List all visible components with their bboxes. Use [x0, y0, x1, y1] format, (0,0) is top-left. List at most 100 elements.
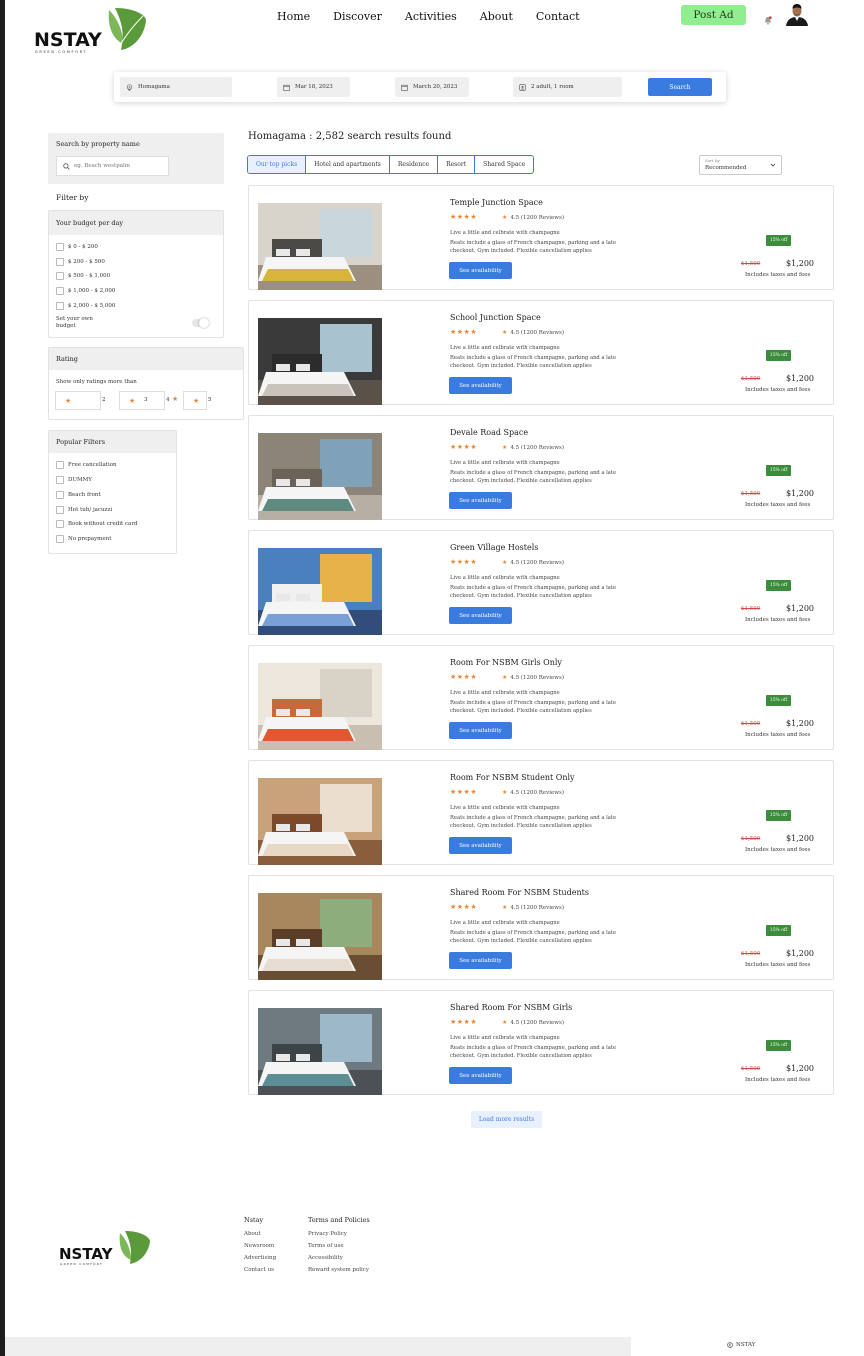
popular-filter-option[interactable]: Book without credit card — [56, 520, 138, 528]
tab-residence[interactable]: Residence — [390, 156, 439, 173]
popular-filter-option[interactable]: Free cancellation — [56, 461, 117, 469]
calendar-icon — [401, 84, 408, 91]
tab-shared-space[interactable]: Shared Space — [475, 156, 533, 173]
nstay-logo[interactable]: NSTAY GREEN COMFORT — [31, 4, 151, 56]
checkin-field[interactable]: Mar 18, 2023 — [277, 77, 350, 97]
see-availability-button[interactable]: See availability — [449, 722, 512, 739]
property-photo[interactable] — [258, 893, 382, 980]
budget-option[interactable]: $ 200 - $ 500 — [56, 258, 105, 266]
property-title[interactable]: School Junction Space — [450, 313, 541, 322]
review-summary: ★ 4.5 (1200 Reviews) — [502, 1019, 564, 1026]
footer-link[interactable]: About — [244, 1231, 276, 1237]
nav-contact[interactable]: Contact — [536, 10, 580, 23]
checkbox[interactable] — [56, 506, 64, 514]
property-photo[interactable] — [258, 548, 382, 635]
guests-value: 2 adult, 1 room — [531, 84, 574, 90]
see-availability-button[interactable]: See availability — [449, 952, 512, 969]
result-card: Green Village Hostels ★★★★ ★ 4.5 (1200 Re… — [248, 530, 834, 635]
checkbox[interactable] — [56, 491, 64, 499]
tab-resort[interactable]: Resort — [438, 156, 476, 173]
popular-filter-option[interactable]: DUMMY — [56, 476, 92, 484]
checkbox[interactable] — [56, 302, 64, 310]
see-availability-button[interactable]: See availability — [449, 1067, 512, 1084]
footer-link[interactable]: Contact us — [244, 1267, 276, 1273]
property-title[interactable]: Temple Junction Space — [450, 198, 543, 207]
checkbox[interactable] — [56, 272, 64, 280]
sort-dropdown[interactable]: Sort by Recommended — [699, 155, 782, 175]
half-star-icon: ★ — [502, 674, 508, 681]
popular-filter-option[interactable]: Beach front — [56, 491, 101, 499]
property-title[interactable]: Green Village Hostels — [450, 543, 538, 552]
tab-hotel-apartments[interactable]: Hotel and apartments — [306, 156, 390, 173]
footer-bar — [5, 1337, 631, 1356]
property-title[interactable]: Shared Room For NSBM Girls — [450, 1003, 572, 1012]
rating-option-5[interactable]: ★ — [183, 391, 207, 410]
rating-option-2[interactable]: ★ — [55, 391, 101, 410]
property-description: Reats include a glass of French champagn… — [450, 470, 617, 484]
popular-filter-option[interactable]: No prepayment — [56, 535, 111, 543]
budget-filter-panel: Your budget per day $ 0 - $ 200 $ 200 - … — [48, 210, 224, 338]
property-photo[interactable] — [258, 1008, 382, 1095]
guests-field[interactable]: 2 adult, 1 room — [513, 77, 622, 97]
checkbox[interactable] — [56, 243, 64, 251]
checkin-value: Mar 18, 2023 — [295, 84, 333, 90]
checkbox[interactable] — [56, 461, 64, 469]
notification-bell-icon[interactable] — [764, 10, 772, 25]
review-count: 4.5 (1200 Reviews) — [510, 789, 564, 796]
footer-link[interactable]: Terms of use — [308, 1243, 370, 1249]
own-budget-toggle[interactable] — [192, 318, 209, 328]
footer-logo[interactable]: NSTAY GREEN COMFORT — [57, 1229, 153, 1269]
half-star-icon: ★ — [502, 444, 508, 451]
nav-discover[interactable]: Discover — [333, 10, 382, 23]
footer-link[interactable]: Accessibility — [308, 1255, 370, 1261]
user-avatar[interactable] — [784, 2, 810, 26]
footer-link[interactable]: Newsroom — [244, 1243, 276, 1249]
post-ad-button[interactable]: Post Ad — [681, 5, 746, 25]
half-star-icon: ★ — [502, 1019, 508, 1026]
see-availability-button[interactable]: See availability — [449, 492, 512, 509]
review-count: 4.5 (1200 Reviews) — [510, 559, 564, 566]
footer-link[interactable]: Privacy Policy — [308, 1231, 370, 1237]
property-title[interactable]: Room For NSBM Girls Only — [450, 658, 562, 667]
location-field[interactable]: Homagama — [120, 77, 232, 97]
budget-option[interactable]: $ 500 - $ 1,000 — [56, 272, 110, 280]
star-rating: ★★★★ — [450, 443, 478, 451]
property-photo[interactable] — [258, 203, 382, 290]
checkbox[interactable] — [56, 476, 64, 484]
see-availability-button[interactable]: See availability — [449, 837, 512, 854]
checkbox[interactable] — [56, 520, 64, 528]
see-availability-button[interactable]: See availability — [449, 262, 512, 279]
checkout-field[interactable]: March 20, 2023 — [395, 77, 469, 97]
see-availability-button[interactable]: See availability — [449, 607, 512, 624]
popular-filter-option[interactable]: Hot tub/ jacuzzi — [56, 506, 112, 514]
nav-home[interactable]: Home — [277, 10, 310, 23]
budget-option[interactable]: $ 1,000 - $ 2,000 — [56, 287, 115, 295]
property-photo[interactable] — [258, 318, 382, 405]
footer-link[interactable]: Advertising — [244, 1255, 276, 1261]
checkbox[interactable] — [56, 287, 64, 295]
property-photo[interactable] — [258, 433, 382, 520]
discount-badge: 15% off — [766, 810, 791, 821]
load-more-button[interactable]: Load more results — [471, 1111, 542, 1128]
property-search-input[interactable]: eg. Beach westpalm — [56, 156, 169, 176]
checkout-value: March 20, 2023 — [413, 84, 458, 90]
discount-badge: 15% off — [766, 925, 791, 936]
footer-link[interactable]: Reward system policy — [308, 1267, 370, 1273]
tab-top-picks[interactable]: Our top picks — [248, 156, 307, 173]
rating-option-3[interactable]: ★ — [119, 391, 165, 410]
property-photo[interactable] — [258, 663, 382, 750]
property-title[interactable]: Shared Room For NSBM Students — [450, 888, 589, 897]
property-description: Reats include a glass of French champagn… — [450, 930, 617, 944]
price: $1,200 — [786, 259, 814, 268]
search-button[interactable]: Search — [648, 78, 712, 96]
checkbox[interactable] — [56, 258, 64, 266]
see-availability-button[interactable]: See availability — [449, 377, 512, 394]
property-title[interactable]: Room For NSBM Student Only — [450, 773, 575, 782]
nav-about[interactable]: About — [480, 10, 513, 23]
budget-option[interactable]: $ 2,000 - $ 5,000 — [56, 302, 115, 310]
property-title[interactable]: Devale Road Space — [450, 428, 528, 437]
budget-option[interactable]: $ 0 - $ 200 — [56, 243, 98, 251]
property-photo[interactable] — [258, 778, 382, 865]
nav-activities[interactable]: Activities — [405, 10, 457, 23]
checkbox[interactable] — [56, 535, 64, 543]
